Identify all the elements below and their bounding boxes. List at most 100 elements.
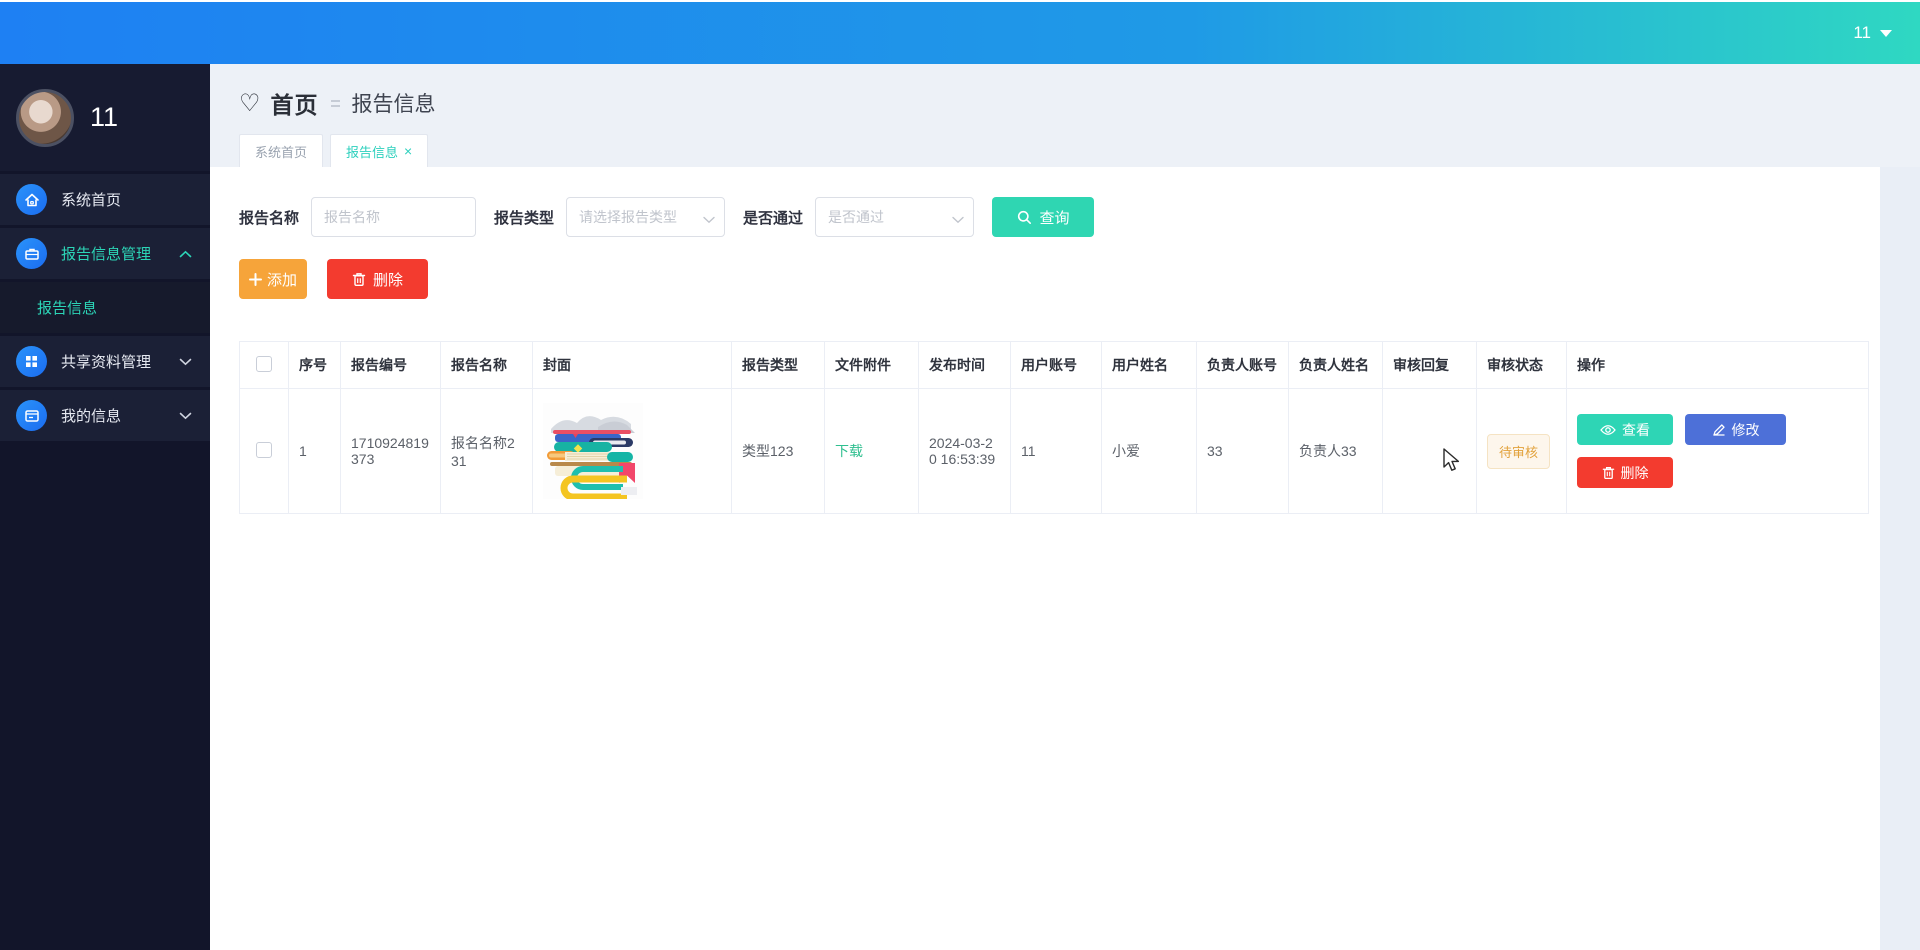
chevron-down-icon <box>179 353 192 371</box>
cell-manager-name: 负责人33 <box>1288 388 1383 514</box>
cover-image[interactable] <box>543 403 643 499</box>
breadcrumb-separator-icon <box>330 97 340 110</box>
cell-index: 1 <box>288 388 341 514</box>
col-header-report-type: 报告类型 <box>731 341 825 389</box>
status-badge: 待审核 <box>1487 433 1551 469</box>
home-icon <box>16 184 47 215</box>
cell-report-type: 类型123 <box>731 388 825 514</box>
tab-report-info[interactable]: 报告信息 × <box>330 134 429 167</box>
plus-icon <box>248 272 262 286</box>
topbar-username: 11 <box>1853 23 1871 42</box>
table-row: 1 1710924819373 报名名称231 类型123 下载 2024-03… <box>239 388 1869 514</box>
sidebar-item-shared-data-mgmt[interactable]: 共享资料管理 <box>0 336 210 387</box>
main-area: ♡ 首页 报告信息 系统首页 报告信息 × 报告名称 报告名称 报告类型 请选择… <box>210 64 1920 950</box>
toolbar: 添加 删除 <box>239 259 1880 299</box>
report-name-label: 报告名称 <box>239 209 300 227</box>
breadcrumb-home[interactable]: 首页 <box>271 86 319 120</box>
row-delete-button[interactable]: 删除 <box>1577 457 1673 488</box>
col-header-report-no: 报告编号 <box>340 341 441 389</box>
eye-icon <box>1600 424 1616 436</box>
tab-bar: 系统首页 报告信息 × <box>239 134 1920 167</box>
download-link[interactable]: 下载 <box>835 443 863 459</box>
avatar[interactable] <box>16 88 74 147</box>
sidebar-menu: 系统首页 报告信息管理 报告信息 共享资料管理 我的信息 <box>0 171 210 441</box>
pass-status-select[interactable] <box>815 197 975 237</box>
sidebar-item-report-info[interactable]: 报告信息 <box>0 282 210 333</box>
delete-button[interactable]: 删除 <box>327 259 428 299</box>
col-header-user-account: 用户账号 <box>1010 341 1102 389</box>
page-header: ♡ 首页 报告信息 系统首页 报告信息 × <box>210 64 1920 167</box>
card-icon <box>16 400 47 431</box>
view-button-label: 查看 <box>1622 421 1650 438</box>
col-header-review-status: 审核状态 <box>1476 341 1567 389</box>
pencil-icon <box>1712 423 1726 437</box>
sidebar-item-report-info-mgmt[interactable]: 报告信息管理 <box>0 228 210 279</box>
trash-icon <box>1602 466 1615 480</box>
report-type-label: 报告类型 <box>494 209 555 227</box>
add-button-label: 添加 <box>266 271 297 289</box>
sidebar-item-label: 报告信息 <box>37 300 98 317</box>
cell-report-name: 报名名称231 <box>440 388 533 514</box>
content-panel: 报告名称 报告类型 是否通过 <box>210 167 1880 950</box>
col-header-user-name: 用户姓名 <box>1101 341 1197 389</box>
cell-user-name: 小爱 <box>1101 388 1197 514</box>
col-header-cover: 封面 <box>532 341 732 389</box>
col-header-publish-time: 发布时间 <box>918 341 1011 389</box>
search-button[interactable]: 查询 <box>992 197 1095 237</box>
filter-bar: 报告名称 报告类型 是否通过 <box>239 197 1880 237</box>
breadcrumb: ♡ 首页 报告信息 <box>239 86 1920 120</box>
col-header-attachment: 文件附件 <box>824 341 919 389</box>
page-title: 报告信息 <box>351 93 436 116</box>
cell-publish-time: 2024-03-20 16:53:39 <box>918 388 1011 514</box>
cell-review-reply <box>1382 388 1477 514</box>
search-icon <box>1017 210 1032 225</box>
col-header-index: 序号 <box>288 341 341 389</box>
topbar-user-menu[interactable]: 11 <box>1853 23 1892 43</box>
grid-icon <box>16 346 47 377</box>
cell-manager-account: 33 <box>1196 388 1289 514</box>
row-delete-button-label: 删除 <box>1620 464 1649 481</box>
sidebar-item-my-info[interactable]: 我的信息 <box>0 390 210 441</box>
report-table: 序号 报告编号 报告名称 封面 报告类型 文件附件 发布时间 用户账号 用户姓名… <box>239 341 1869 514</box>
report-type-select[interactable] <box>566 197 726 237</box>
col-header-ops: 操作 <box>1566 341 1869 389</box>
pass-status-select-input[interactable] <box>815 197 975 237</box>
sidebar: 11 系统首页 报告信息管理 报告信息 共享资料管理 我的信息 <box>0 64 210 950</box>
add-button[interactable]: 添加 <box>239 259 307 299</box>
profile-username: 11 <box>90 102 119 132</box>
search-button-label: 查询 <box>1039 209 1070 227</box>
row-actions: 查看 修改 删除 <box>1577 414 1793 488</box>
select-all-checkbox[interactable] <box>256 355 272 372</box>
sidebar-item-label: 我的信息 <box>61 408 122 425</box>
tab-system-home[interactable]: 系统首页 <box>239 134 324 167</box>
topbar: 11 <box>0 0 1920 64</box>
trash-icon <box>352 272 366 287</box>
cell-cover <box>532 388 732 514</box>
chevron-down-icon <box>179 407 192 425</box>
edit-button[interactable]: 修改 <box>1685 414 1786 445</box>
view-button[interactable]: 查看 <box>1577 414 1673 445</box>
cell-report-no: 1710924819373 <box>340 388 441 514</box>
sidebar-item-system-home[interactable]: 系统首页 <box>0 174 210 225</box>
heart-icon: ♡ <box>239 89 261 117</box>
cell-user-account: 11 <box>1010 388 1102 514</box>
pass-status-label: 是否通过 <box>743 209 804 227</box>
col-header-manager-account: 负责人账号 <box>1196 341 1289 389</box>
table-header-row: 序号 报告编号 报告名称 封面 报告类型 文件附件 发布时间 用户账号 用户姓名… <box>239 341 1869 389</box>
sidebar-item-label: 报告信息管理 <box>61 246 152 263</box>
briefcase-icon <box>16 238 47 269</box>
sidebar-item-label: 共享资料管理 <box>61 354 152 371</box>
caret-down-icon <box>1880 29 1892 37</box>
chevron-up-icon <box>179 245 192 263</box>
report-type-select-input[interactable] <box>566 197 726 237</box>
col-header-review-reply: 审核回复 <box>1382 341 1477 389</box>
row-checkbox[interactable] <box>256 441 272 458</box>
report-name-input[interactable] <box>311 197 477 237</box>
col-header-report-name: 报告名称 <box>440 341 533 389</box>
edit-button-label: 修改 <box>1731 421 1760 438</box>
col-header-manager-name: 负责人姓名 <box>1288 341 1383 389</box>
tab-close-icon[interactable]: × <box>404 143 412 159</box>
sidebar-item-label: 系统首页 <box>61 192 122 209</box>
sidebar-profile: 11 <box>0 64 210 171</box>
tab-label: 报告信息 <box>346 144 399 160</box>
